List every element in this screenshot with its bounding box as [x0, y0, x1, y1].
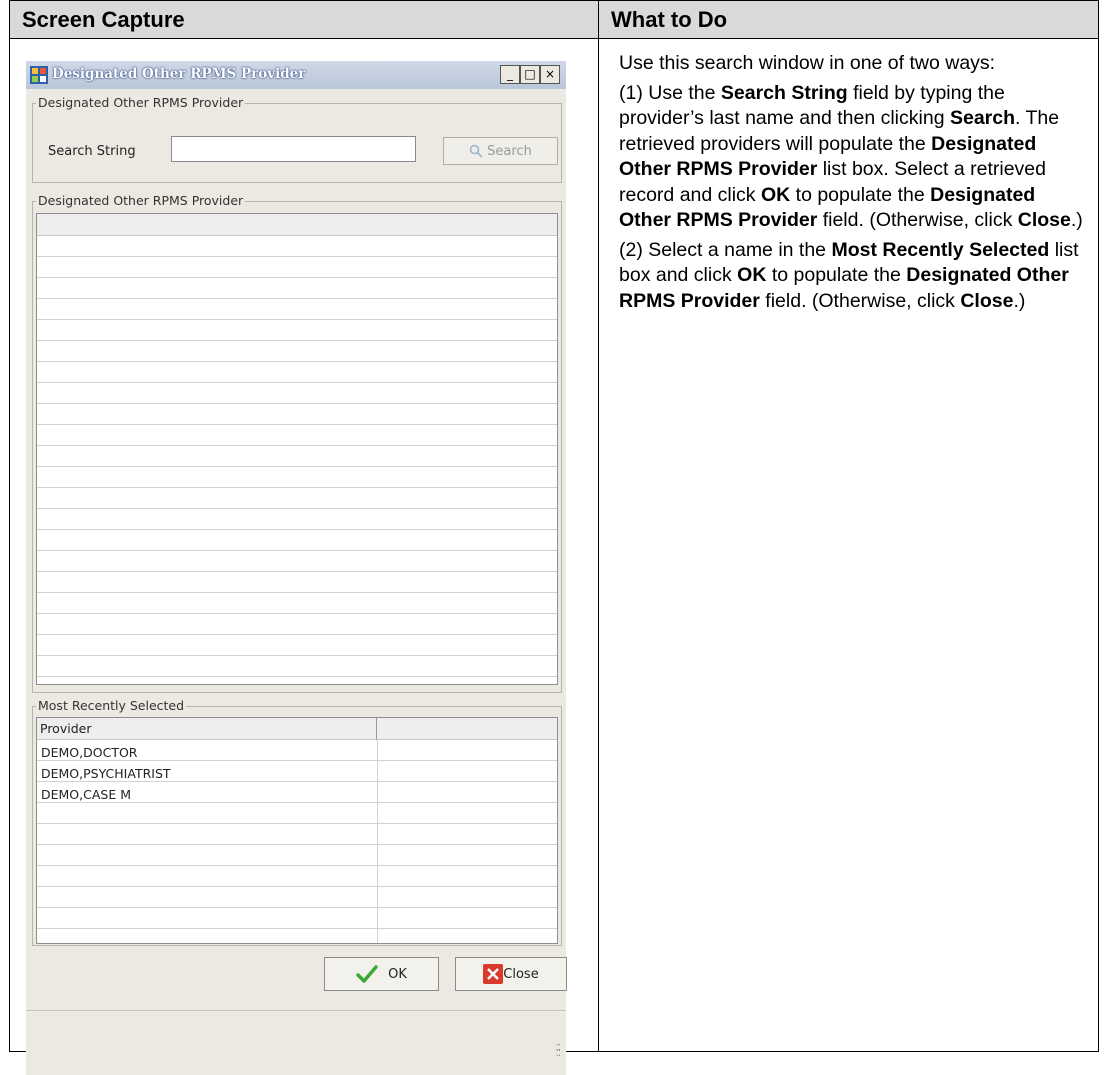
recent-group-label: Most Recently Selected — [36, 698, 187, 713]
instructions-step-1: (1) Use the Search String field by typin… — [619, 81, 1083, 232]
results-row[interactable] — [37, 299, 557, 320]
results-row[interactable] — [37, 509, 557, 530]
recent-row[interactable] — [37, 845, 557, 866]
recent-row[interactable] — [37, 887, 557, 908]
search-string-input[interactable] — [171, 136, 416, 162]
results-listbox[interactable] — [36, 213, 558, 685]
status-bar: ⁚⁚ ⁚⁚ — [26, 1010, 566, 1061]
provider-column-header[interactable]: Provider — [37, 718, 377, 740]
results-row[interactable] — [37, 404, 557, 425]
maximize-button[interactable]: □ — [520, 65, 540, 84]
recent-row[interactable] — [37, 866, 557, 887]
recent-row[interactable] — [37, 782, 557, 803]
ok-button[interactable]: OK — [324, 957, 439, 991]
results-row[interactable] — [37, 593, 557, 614]
close-window-button[interactable]: × — [540, 65, 560, 84]
results-row[interactable] — [37, 530, 557, 551]
search-group-label: Designated Other RPMS Provider — [36, 95, 246, 110]
results-row[interactable] — [37, 446, 557, 467]
provider-dialog: Designated Other RPMS Provider _ □ × Des… — [26, 61, 567, 1075]
results-row[interactable] — [37, 320, 557, 341]
results-row[interactable] — [37, 488, 557, 509]
dialog-titlebar[interactable]: Designated Other RPMS Provider _ □ × — [26, 61, 566, 89]
recent-row[interactable] — [37, 761, 557, 782]
close-button-label: Close — [503, 966, 539, 982]
results-row[interactable] — [37, 614, 557, 635]
search-string-label: Search String — [48, 144, 136, 159]
header-what-to-do: What to Do — [598, 0, 1099, 39]
magnifier-icon — [469, 144, 483, 158]
ok-button-label: OK — [388, 966, 407, 982]
header-screen-capture: Screen Capture — [9, 0, 599, 39]
instructions-step-2: (2) Select a name in the Most Recently S… — [619, 238, 1079, 312]
results-row[interactable] — [37, 656, 557, 677]
results-column-header — [37, 214, 557, 236]
results-row[interactable] — [37, 425, 557, 446]
minimize-button[interactable]: _ — [500, 65, 520, 84]
results-row[interactable] — [37, 278, 557, 299]
dialog-title: Designated Other RPMS Provider — [52, 66, 306, 82]
recent-row[interactable] — [37, 908, 557, 929]
search-button-label: Search — [487, 143, 532, 159]
results-row[interactable] — [37, 572, 557, 593]
results-row[interactable] — [37, 362, 557, 383]
results-row[interactable] — [37, 383, 557, 404]
instructions-intro: Use this search window in one of two way… — [619, 52, 996, 74]
second-column-header[interactable] — [377, 718, 557, 740]
results-group-label: Designated Other RPMS Provider — [36, 193, 246, 208]
screen-capture-cell: Designated Other RPMS Provider _ □ × Des… — [9, 38, 599, 1075]
search-button[interactable]: Search — [443, 137, 558, 165]
instructions-text: Use this search window in one of two way… — [619, 51, 1089, 318]
document-table: Screen Capture What to Do Designated Oth… — [9, 0, 1099, 1075]
close-button[interactable]: Close — [455, 957, 567, 991]
results-row[interactable] — [37, 635, 557, 656]
results-row[interactable] — [37, 236, 557, 257]
what-to-do-cell: Use this search window in one of two way… — [598, 38, 1099, 1052]
results-row[interactable] — [37, 257, 557, 278]
results-row[interactable] — [37, 341, 557, 362]
recent-row[interactable] — [37, 824, 557, 845]
recent-listbox[interactable]: Provider DEMO,DOCTOR DEMO,PSYCHIATRIST D… — [36, 717, 558, 944]
results-row[interactable] — [37, 467, 557, 488]
checkmark-icon — [356, 965, 378, 983]
red-x-icon — [483, 964, 504, 984]
recent-row[interactable] — [37, 803, 557, 824]
app-icon — [30, 66, 48, 84]
recent-row[interactable] — [37, 740, 557, 761]
results-row[interactable] — [37, 551, 557, 572]
